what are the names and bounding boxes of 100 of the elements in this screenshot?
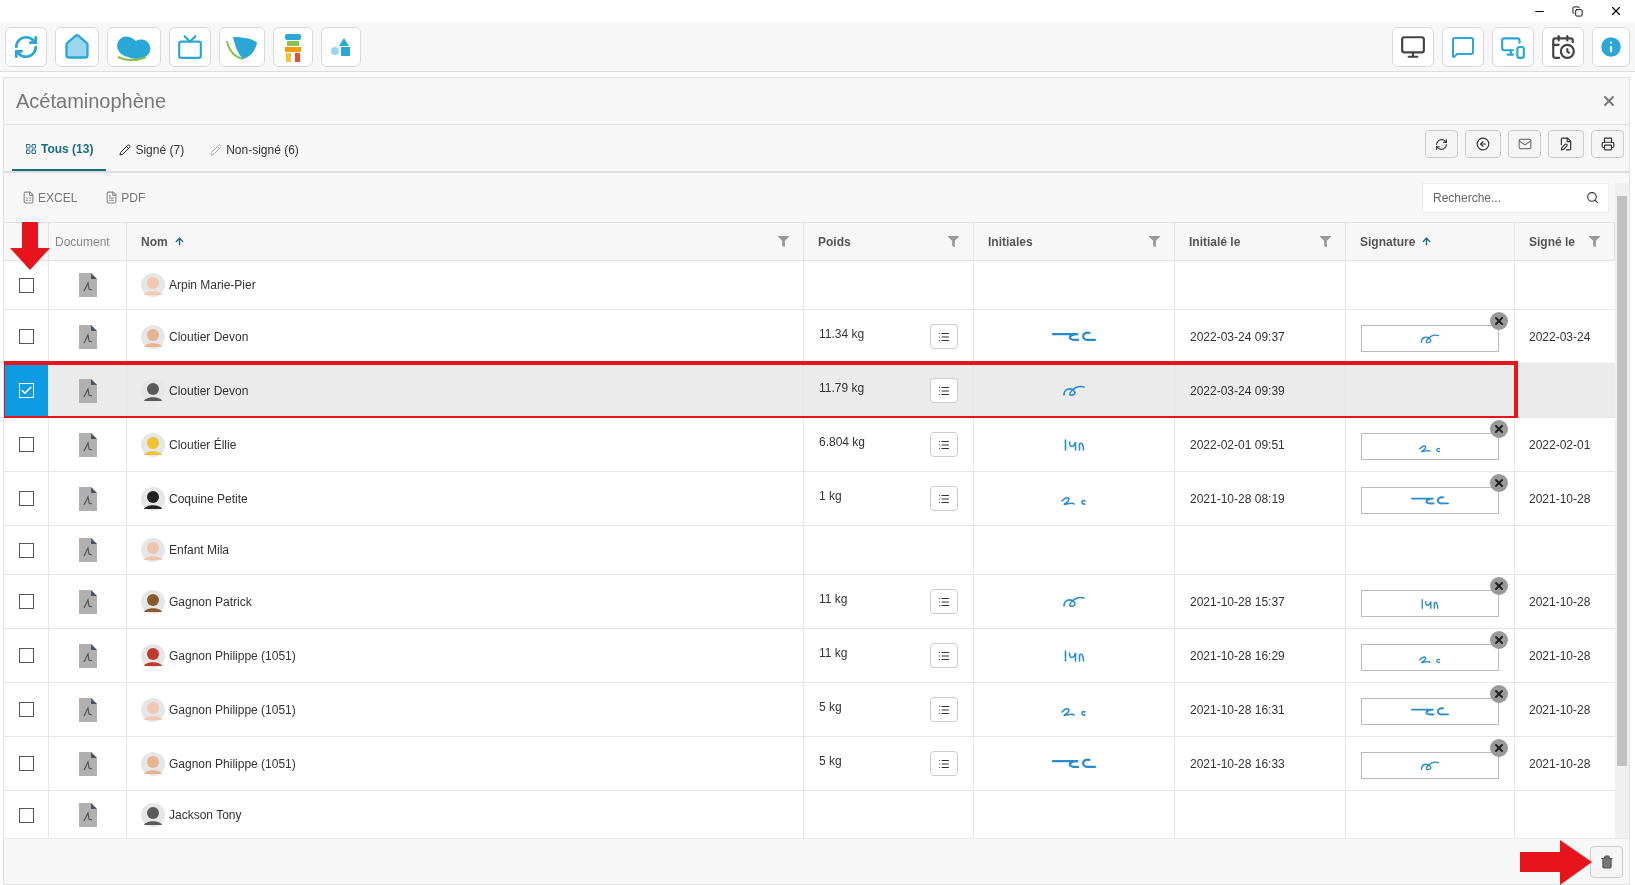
print-button[interactable]: [1591, 130, 1624, 158]
table-row[interactable]: Cloutier Éllie 6.804 kg 2022-02-01 09:51 2022-02-01: [4, 418, 1615, 472]
edit-button[interactable]: [1548, 130, 1584, 158]
details-button[interactable]: [930, 432, 958, 457]
table-row[interactable]: Gagnon Patrick 11 kg 2021-10-28 15:37 2021-10-28: [4, 575, 1615, 629]
leaf-logo-button[interactable]: [219, 26, 265, 67]
row-checkbox[interactable]: [18, 807, 34, 823]
row-checkbox[interactable]: [18, 329, 34, 344]
info-button[interactable]: [1592, 26, 1630, 67]
grid-icon: [25, 143, 37, 155]
sort-ascending-icon[interactable]: [173, 236, 185, 247]
filter-icon[interactable]: [1589, 236, 1600, 247]
signature-drawing: [1420, 597, 1440, 610]
row-checkbox[interactable]: [18, 648, 34, 663]
details-button[interactable]: [930, 697, 958, 722]
date-text: 2021-10-28: [1529, 593, 1591, 611]
column-header[interactable]: Initialé le: [1175, 223, 1346, 260]
date-text: 2022-03-24 09:39: [1190, 382, 1285, 400]
row-checkbox[interactable]: [18, 594, 34, 609]
table-row[interactable]: Cloutier Devon 11.79 kg 2022-03-24 09:39: [4, 364, 1615, 418]
delete-button[interactable]: [1590, 845, 1623, 878]
export-button[interactable]: EXCEL: [22, 188, 78, 207]
pdf-file-icon: [78, 803, 97, 827]
details-button[interactable]: [930, 486, 958, 511]
remove-signature-button[interactable]: [1490, 685, 1508, 703]
filter-icon[interactable]: [1320, 236, 1331, 247]
date-text: 2021-10-28: [1529, 701, 1591, 719]
pdf-file-icon: [78, 697, 97, 722]
column-header[interactable]: Poids: [804, 223, 974, 260]
row-checkbox[interactable]: [18, 756, 34, 771]
date-text: 2021-10-28 08:19: [1190, 490, 1285, 508]
name-text: Gagnon Philippe (1051): [169, 755, 296, 773]
filter-icon[interactable]: [1149, 236, 1160, 247]
tv-button[interactable]: [169, 26, 211, 67]
details-button[interactable]: [930, 643, 958, 668]
table-row[interactable]: Cloutier Devon 11.34 kg 2022-03-24 09:37 2022-03-24: [4, 310, 1615, 364]
calendar-button[interactable]: [1542, 26, 1584, 67]
restore-icon[interactable]: [1572, 5, 1583, 17]
calendar-icon: [1550, 33, 1576, 60]
refresh-button[interactable]: [1425, 130, 1458, 158]
details-button[interactable]: [930, 589, 958, 614]
back-icon: [1476, 137, 1490, 151]
sort-ascending-icon[interactable]: [1421, 236, 1433, 247]
training-monitor-button[interactable]: [1392, 26, 1434, 67]
remove-signature-button[interactable]: [1490, 420, 1508, 438]
close-icon[interactable]: [1609, 4, 1623, 18]
date-text: 2021-10-28 16:29: [1190, 647, 1285, 665]
table-row[interactable]: Arpin Marie-Pier: [4, 261, 1615, 310]
cloud-logo-button[interactable]: [107, 26, 161, 67]
filter-icon[interactable]: [778, 236, 789, 247]
remove-signature-button[interactable]: [1490, 474, 1508, 492]
remove-signature-button[interactable]: [1490, 739, 1508, 757]
remove-signature-button[interactable]: [1490, 312, 1508, 330]
name-text: Cloutier Éllie: [169, 436, 237, 454]
row-checkbox[interactable]: [18, 277, 34, 293]
date-text: 2022-03-24: [1529, 328, 1591, 346]
list-icon: [938, 649, 950, 662]
details-button[interactable]: [930, 751, 958, 776]
home-button[interactable]: [55, 26, 99, 67]
table-row[interactable]: Gagnon Philippe (1051) 5 kg 2021-10-28 16:33 2021-10-28: [4, 737, 1615, 791]
back-button[interactable]: [1465, 130, 1501, 158]
tab[interactable]: Signé (7): [106, 129, 198, 171]
column-header[interactable]: Initiales: [974, 223, 1175, 260]
remove-signature-button[interactable]: [1490, 577, 1508, 595]
table-row[interactable]: Coquine Petite 1 kg 2021-10-28 08:19 2021-10-28: [4, 472, 1615, 526]
weight-text: 5 kg: [819, 698, 842, 716]
email-button[interactable]: [1508, 130, 1541, 158]
pdf-file-icon: [78, 273, 97, 297]
table-row[interactable]: Gagnon Philippe (1051) 11 kg 2021-10-28 16:29 2021-10-28: [4, 629, 1615, 683]
scrollbar[interactable]: [1615, 183, 1629, 838]
row-checkbox[interactable]: [18, 702, 34, 717]
pdf-file-icon: [78, 589, 97, 614]
close-icon: [1493, 423, 1505, 435]
column-title: Initialé le: [1189, 233, 1241, 251]
column-header[interactable]: Nom: [127, 223, 804, 260]
shapes-button[interactable]: [321, 26, 361, 67]
list-icon: [938, 438, 950, 451]
home-icon: [63, 32, 91, 61]
tab[interactable]: Non-signé (6): [197, 129, 312, 171]
avatar: [141, 538, 165, 562]
search-field[interactable]: Recherche...: [1422, 182, 1609, 213]
column-header[interactable]: Signature: [1346, 223, 1515, 260]
tab[interactable]: Tous (13): [12, 129, 107, 171]
remove-signature-button[interactable]: [1490, 631, 1508, 649]
table-row[interactable]: Jackson Tony: [4, 791, 1615, 838]
row-checkbox[interactable]: [18, 491, 34, 506]
table-row[interactable]: Gagnon Philippe (1051) 5 kg 2021-10-28 16:31 2021-10-28: [4, 683, 1615, 737]
weight-text: 11.79 kg: [819, 379, 865, 397]
details-button[interactable]: [930, 324, 958, 349]
table-row[interactable]: Enfant Mila: [4, 526, 1615, 575]
monitor-icon: [1400, 33, 1426, 60]
row-checkbox[interactable]: [18, 542, 34, 558]
row-checkbox[interactable]: [18, 437, 34, 452]
envelope-icon: [1517, 137, 1532, 151]
filter-icon[interactable]: [948, 236, 959, 247]
details-button[interactable]: [930, 378, 958, 403]
export-button[interactable]: PDF: [105, 188, 146, 207]
help-chat-button[interactable]: [1442, 26, 1484, 67]
remote-screen-button[interactable]: [1492, 26, 1534, 67]
figure-logo-button[interactable]: [273, 26, 313, 67]
